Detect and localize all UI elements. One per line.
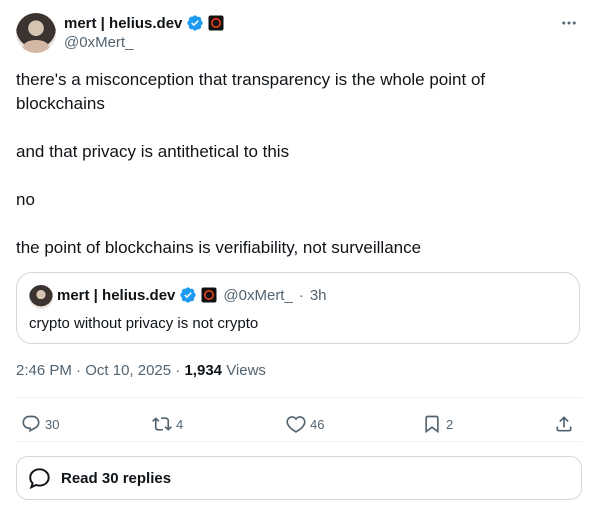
quoted-tweet[interactable]: mert | helius.dev @0xMert_ · 3h crypto w…: [16, 272, 580, 344]
timestamp-row: 2:46 PM · Oct 10, 2025 · 1,934 Views: [16, 362, 266, 379]
quoted-header: mert | helius.dev @0xMert_ · 3h: [57, 286, 327, 304]
repost-count: 4: [176, 416, 184, 432]
action-bar: 30 4 46 2: [16, 408, 582, 440]
views-label: Views: [226, 362, 266, 379]
separator-dot: ·: [76, 362, 86, 379]
quoted-handle: @0xMert_: [223, 286, 293, 304]
affiliation-badge-icon: [201, 287, 217, 303]
tweet-date[interactable]: Oct 10, 2025: [85, 362, 171, 379]
bookmark-icon: [422, 414, 442, 434]
read-replies-label: Read 30 replies: [61, 469, 172, 487]
reply-count: 30: [45, 416, 60, 432]
tweet-time[interactable]: 2:46 PM: [16, 362, 72, 379]
quoted-avatar[interactable]: [29, 285, 53, 309]
repost-icon: [152, 414, 172, 434]
author-name-row[interactable]: mert | helius.dev: [64, 13, 224, 33]
tweet-paragraph: the point of blockchains is verifiabilit…: [16, 238, 422, 257]
share-button[interactable]: [554, 408, 574, 440]
quoted-author-name[interactable]: mert | helius.dev: [57, 287, 175, 304]
like-button[interactable]: 46: [286, 408, 324, 440]
separator-dot: ·: [298, 286, 304, 304]
verified-badge-icon[interactable]: [186, 14, 204, 32]
tweet-paragraph: and that privacy is antithetical to this: [16, 142, 290, 161]
more-options-icon[interactable]: [560, 14, 578, 32]
share-icon: [554, 414, 574, 434]
tweet-paragraph: no: [16, 190, 35, 209]
read-replies-button[interactable]: Read 30 replies: [16, 456, 582, 500]
repost-button[interactable]: 4: [152, 408, 183, 440]
bookmark-count: 2: [446, 416, 454, 432]
tweet-paragraph: there's a misconception that transparenc…: [16, 70, 486, 113]
reply-icon: [21, 414, 41, 434]
verified-badge-icon: [179, 286, 197, 304]
like-count: 46: [310, 416, 325, 432]
heart-icon: [286, 414, 306, 434]
author-name[interactable]: mert | helius.dev: [64, 15, 182, 32]
bookmark-button[interactable]: 2: [422, 408, 453, 440]
views-count: 1,934: [184, 362, 223, 379]
avatar[interactable]: [16, 13, 56, 53]
tweet-text: there's a misconception that transparenc…: [16, 68, 578, 260]
speech-bubble-icon: [27, 465, 53, 491]
reply-button[interactable]: 30: [21, 408, 59, 440]
affiliation-badge-icon[interactable]: [208, 15, 224, 31]
quoted-age: 3h: [309, 286, 327, 304]
divider: [16, 441, 582, 442]
quoted-text: crypto without privacy is not crypto: [29, 315, 259, 332]
author-handle[interactable]: @0xMert_: [64, 34, 133, 51]
divider: [16, 397, 582, 398]
